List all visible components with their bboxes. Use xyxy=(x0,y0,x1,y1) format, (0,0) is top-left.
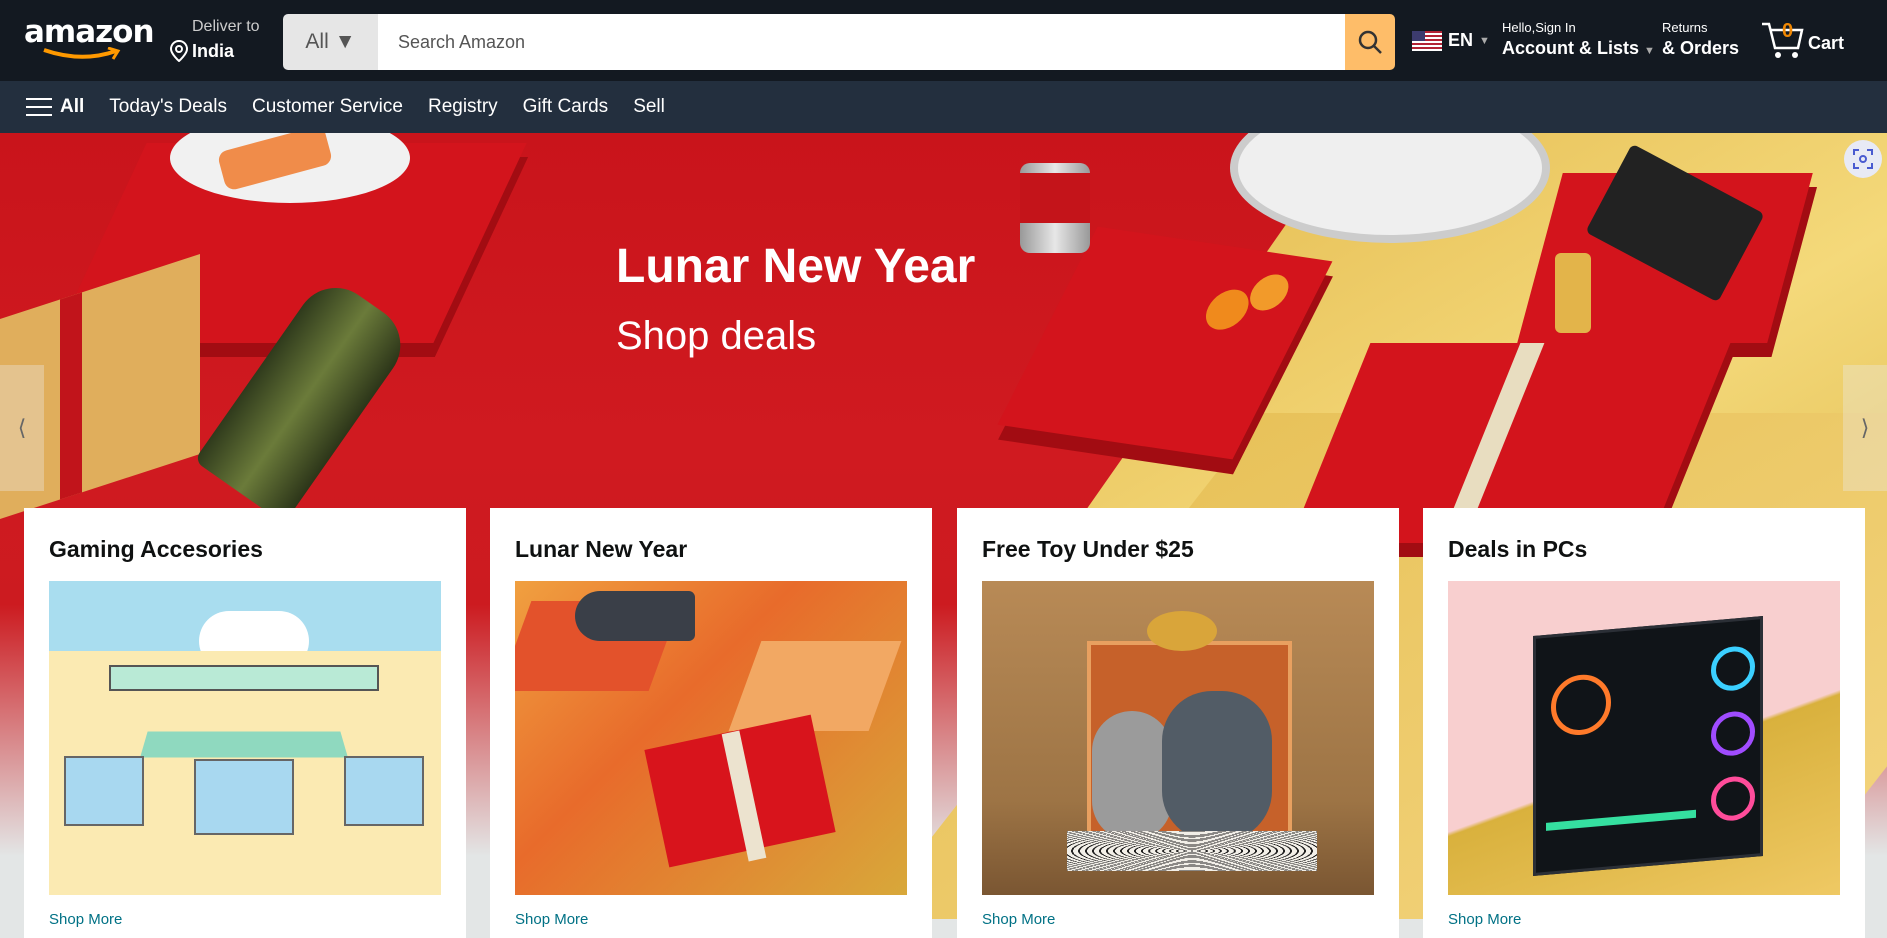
serum-bottle xyxy=(1555,253,1591,333)
deliver-to[interactable]: Deliver to India xyxy=(170,18,260,62)
account-lists-menu[interactable]: Hello,Sign In Account & Lists ▼ xyxy=(1502,20,1655,59)
hero-headline: Lunar New Year Shop deals xyxy=(616,239,975,359)
nav-item-registry[interactable]: Registry xyxy=(428,96,498,118)
caret-down-icon: ▼ xyxy=(334,30,356,53)
nav-bar: All Today's Deals Customer Service Regis… xyxy=(0,81,1887,133)
shop-more-link[interactable]: Shop More xyxy=(515,911,907,928)
visual-search-icon xyxy=(1853,149,1873,169)
card-image-storefront[interactable] xyxy=(49,581,441,895)
card-title: Lunar New Year xyxy=(515,536,688,562)
search-icon xyxy=(1358,30,1382,54)
shop-more-link[interactable]: Shop More xyxy=(982,911,1374,928)
carousel-next-button[interactable]: ⟩ xyxy=(1843,365,1887,491)
visual-search-button[interactable] xyxy=(1844,140,1882,178)
card-title: Free Toy Under $25 xyxy=(982,536,1194,562)
logo-smile-icon xyxy=(43,47,121,60)
nav-item-gift-cards[interactable]: Gift Cards xyxy=(523,96,609,118)
card-lunar-new-year[interactable]: Lunar New Year Shop More xyxy=(490,508,932,938)
us-flag-icon xyxy=(1412,30,1442,51)
caret-down-icon: ▼ xyxy=(1479,34,1490,47)
chevron-left-icon: ⟨ xyxy=(17,415,27,440)
search-category-select[interactable]: All ▼ xyxy=(283,14,378,70)
language-selector[interactable]: EN ▼ xyxy=(1412,30,1490,51)
card-image-pc-case[interactable] xyxy=(1448,581,1840,895)
card-title: Gaming Accesories xyxy=(49,536,263,562)
nav-item-todays-deals[interactable]: Today's Deals xyxy=(109,96,227,118)
card-image-gifts[interactable] xyxy=(515,581,907,895)
card-deals-in-pcs[interactable]: Deals in PCs Shop More xyxy=(1423,508,1865,938)
hamburger-menu-icon xyxy=(26,98,52,116)
top-header: amazon Deliver to India All ▼ Search Ama… xyxy=(0,0,1887,81)
location-pin-icon xyxy=(170,40,188,62)
nav-item-sell[interactable]: Sell xyxy=(633,96,665,118)
card-title: Deals in PCs xyxy=(1448,536,1588,562)
deliver-location: India xyxy=(192,40,235,61)
caret-down-icon: ▼ xyxy=(1644,45,1655,57)
hero-title: Lunar New Year xyxy=(616,240,976,293)
search-button[interactable] xyxy=(1345,14,1395,70)
search-bar: All ▼ xyxy=(283,14,1395,70)
cart-button[interactable]: 0 Cart xyxy=(1760,18,1844,60)
canned-fish xyxy=(1020,163,1090,253)
carousel-prev-button[interactable]: ⟨ xyxy=(0,365,44,491)
amazon-logo[interactable]: amazon xyxy=(24,14,155,60)
card-image-plush-toys[interactable] xyxy=(982,581,1374,895)
cart-count: 0 xyxy=(1782,20,1794,42)
returns-orders-link[interactable]: Returns & Orders xyxy=(1662,20,1739,59)
nav-item-customer-service[interactable]: Customer Service xyxy=(252,96,403,118)
card-free-toy[interactable]: Free Toy Under $25 Shop More xyxy=(957,508,1399,938)
chevron-right-icon: ⟩ xyxy=(1860,415,1870,440)
hero-subtitle: Shop deals xyxy=(616,314,817,358)
shop-more-link[interactable]: Shop More xyxy=(1448,911,1840,928)
nav-all-menu[interactable]: All xyxy=(26,96,84,118)
search-input[interactable] xyxy=(378,14,1345,70)
card-gaming-accessories[interactable]: Gaming Accesories Shop More xyxy=(24,508,466,938)
shop-more-link[interactable]: Shop More xyxy=(49,911,441,928)
